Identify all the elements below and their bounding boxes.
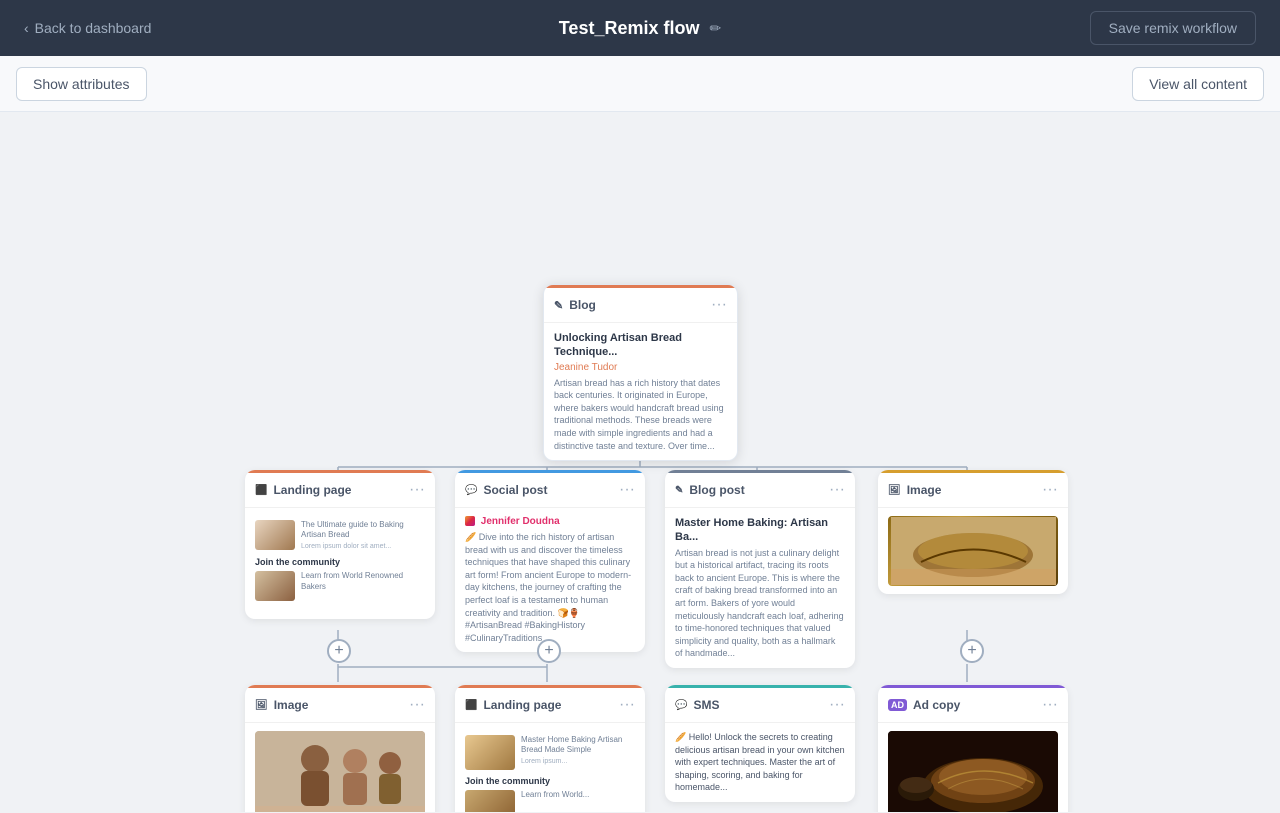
add-circle-3[interactable]: + (960, 639, 984, 663)
workflow-canvas: ✎ Blog ··· Unlocking Artisan Bread Techn… (0, 112, 1280, 812)
root-card-header: ✎ Blog ··· (544, 288, 737, 323)
level3-image-type: Image (274, 698, 309, 712)
level2-blog-body: Master Home Baking: Artisan Ba... Artisa… (665, 508, 855, 668)
root-card-blog[interactable]: ✎ Blog ··· Unlocking Artisan Bread Techn… (543, 284, 738, 461)
level2-card-social-post[interactable]: 💬 Social post ··· Jennifer Doudna 🥖 Dive… (455, 470, 645, 652)
level2-blog-header: ✎ Blog post ··· (665, 473, 855, 508)
back-label: Back to dashboard (35, 20, 152, 36)
level3-image-header: 🖼 Image ··· (245, 688, 435, 723)
level3-ad-header: AD Ad copy ··· (878, 688, 1068, 723)
level3-lp-header: ⬛ Landing page ··· (455, 688, 645, 723)
level3-lp-heading1: Master Home Baking Artisan Bread Made Si… (521, 735, 635, 766)
level3-ad-type: Ad copy (913, 698, 960, 712)
root-card-text: Artisan bread has a rich history that da… (554, 377, 727, 453)
level3-lp-menu[interactable]: ··· (619, 696, 635, 714)
level3-image-menu[interactable]: ··· (409, 696, 425, 714)
level2-lp-join: Join the community (255, 557, 425, 567)
save-remix-button[interactable]: Save remix workflow (1090, 11, 1256, 45)
show-attributes-button[interactable]: Show attributes (16, 67, 147, 101)
level2-blog-type: Blog post (689, 483, 744, 497)
level3-sms-type: SMS (693, 698, 719, 712)
level3-ad-body (878, 723, 1068, 812)
level2-card-landing-page[interactable]: ⬛ Landing page ··· The Ultimate guide to… (245, 470, 435, 619)
level2-card-image[interactable]: 🖼 Image ··· (878, 470, 1068, 594)
level3-image-icon: 🖼 (255, 700, 268, 711)
blog-icon: ✎ (554, 299, 563, 312)
level2-image-type: Image (907, 483, 942, 497)
header: ‹ Back to dashboard Test_Remix flow ✏ Sa… (0, 0, 1280, 56)
add-circle-2[interactable]: + (537, 639, 561, 663)
level2-lp-body: The Ultimate guide to Baking Artisan Bre… (245, 508, 435, 619)
root-card-type: Blog (569, 298, 596, 312)
level3-ad-menu[interactable]: ··· (1042, 696, 1058, 714)
header-title-group: Test_Remix flow ✏ (559, 18, 721, 39)
level2-blog-title: Master Home Baking: Artisan Ba... (675, 516, 845, 545)
level2-lp-heading3: Learn from World Renowned Bakers (301, 571, 425, 592)
back-to-dashboard-button[interactable]: ‹ Back to dashboard (24, 20, 151, 36)
level3-lp-body: Master Home Baking Artisan Bread Made Si… (455, 723, 645, 812)
level3-sms-body: 🥖 Hello! Unlock the secrets to creating … (665, 723, 855, 802)
level2-social-text: 🥖 Dive into the rich history of artisan … (465, 531, 635, 644)
ad-bread-svg (888, 731, 1058, 812)
level2-social-author: Jennifer Doudna (481, 516, 560, 527)
root-card-title: Unlocking Artisan Bread Technique... (554, 331, 727, 360)
root-card-author: Jeanine Tudor (554, 362, 727, 373)
level2-lp-header: ⬛ Landing page ··· (245, 473, 435, 508)
level2-card-blog-post[interactable]: ✎ Blog post ··· Master Home Baking: Arti… (665, 470, 855, 668)
level3-image-body (245, 723, 435, 812)
level3-sms-menu[interactable]: ··· (829, 696, 845, 714)
social-post-icon: 💬 (465, 485, 477, 496)
level3-lp-icon: ⬛ (465, 700, 477, 711)
people-image-svg (255, 731, 425, 812)
level2-social-type: Social post (483, 483, 547, 497)
level2-lp-menu[interactable]: ··· (409, 481, 425, 499)
back-arrow-icon: ‹ (24, 20, 29, 36)
level3-lp-heading3: Learn from World... (521, 790, 589, 800)
level2-blog-text: Artisan bread is not just a culinary del… (675, 547, 845, 660)
level2-social-menu[interactable]: ··· (619, 481, 635, 499)
level3-card-sms[interactable]: 💬 SMS ··· 🥖 Hello! Unlock the secrets to… (665, 685, 855, 802)
level2-image-menu[interactable]: ··· (1042, 481, 1058, 499)
edit-title-icon[interactable]: ✏ (709, 20, 721, 37)
image-icon: 🖼 (888, 485, 901, 496)
level2-image-header: 🖼 Image ··· (878, 473, 1068, 508)
level2-lp-heading1: The Ultimate guide to Baking Artisan Bre… (301, 520, 425, 551)
landing-page-icon: ⬛ (255, 485, 267, 496)
level3-card-ad-copy[interactable]: AD Ad copy ··· (878, 685, 1068, 812)
sms-icon: 💬 (675, 700, 687, 711)
root-card-body: Unlocking Artisan Bread Technique... Jea… (544, 323, 737, 460)
level3-card-image[interactable]: 🖼 Image ··· (245, 685, 435, 812)
level3-card-landing-page[interactable]: ⬛ Landing page ··· Master Home Baking Ar… (455, 685, 645, 812)
bread-image-svg (891, 517, 1056, 585)
level2-image-body (878, 508, 1068, 594)
toolbar: Show attributes View all content (0, 56, 1280, 112)
level2-lp-type: Landing page (273, 483, 351, 497)
level2-blog-menu[interactable]: ··· (829, 481, 845, 499)
level2-image-preview (888, 516, 1058, 586)
level2-social-header: 💬 Social post ··· (455, 473, 645, 508)
workflow-title: Test_Remix flow (559, 18, 700, 39)
level3-lp-join: Join the community (465, 776, 635, 786)
root-card-menu[interactable]: ··· (711, 296, 727, 314)
ad-copy-icon: AD (888, 699, 907, 711)
view-all-content-button[interactable]: View all content (1132, 67, 1264, 101)
level3-sms-header: 💬 SMS ··· (665, 688, 855, 723)
add-circle-1[interactable]: + (327, 639, 351, 663)
blog-post-icon: ✎ (675, 485, 683, 496)
level3-sms-text: 🥖 Hello! Unlock the secrets to creating … (675, 731, 845, 794)
instagram-icon (465, 516, 475, 526)
level3-ad-image (888, 731, 1058, 812)
level3-image-preview (255, 731, 425, 812)
level3-lp-type: Landing page (483, 698, 561, 712)
level2-social-body: Jennifer Doudna 🥖 Dive into the rich his… (455, 508, 645, 652)
